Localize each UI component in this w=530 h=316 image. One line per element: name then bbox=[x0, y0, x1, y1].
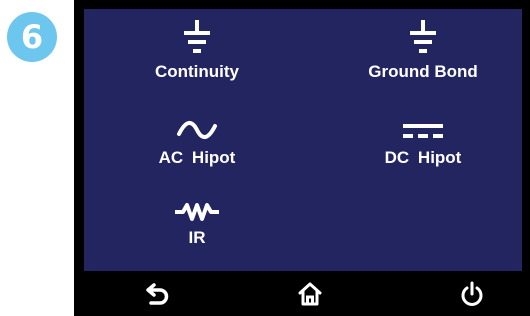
resistor-icon bbox=[175, 180, 219, 222]
power-icon bbox=[461, 281, 483, 306]
ir-label: IR bbox=[188, 228, 206, 247]
dc-hipot-label: DC Hipot bbox=[384, 148, 462, 167]
continuity-label: Continuity bbox=[154, 62, 240, 81]
ac-hipot-label: AC Hipot bbox=[158, 148, 236, 167]
ground-bond-label: Ground Bond bbox=[368, 62, 478, 81]
ac-hipot-test-button[interactable]: AC Hipot bbox=[107, 100, 287, 168]
power-button[interactable] bbox=[442, 271, 502, 316]
home-icon bbox=[298, 282, 322, 305]
dc-icon bbox=[401, 100, 445, 142]
back-button[interactable] bbox=[128, 271, 188, 316]
ground-icon bbox=[408, 14, 438, 56]
ac-wave-icon bbox=[176, 100, 218, 142]
ground-bond-test-button[interactable]: Ground Bond bbox=[333, 14, 513, 82]
ground-icon bbox=[182, 14, 212, 56]
bottom-navigation-bar bbox=[74, 271, 530, 316]
back-arrow-icon bbox=[146, 282, 169, 305]
dc-hipot-test-button[interactable]: DC Hipot bbox=[333, 100, 513, 168]
home-button[interactable] bbox=[280, 271, 340, 316]
step-number-badge: 6 bbox=[7, 12, 57, 62]
ir-test-button[interactable]: IR bbox=[107, 180, 287, 248]
continuity-test-button[interactable]: Continuity bbox=[107, 14, 287, 82]
